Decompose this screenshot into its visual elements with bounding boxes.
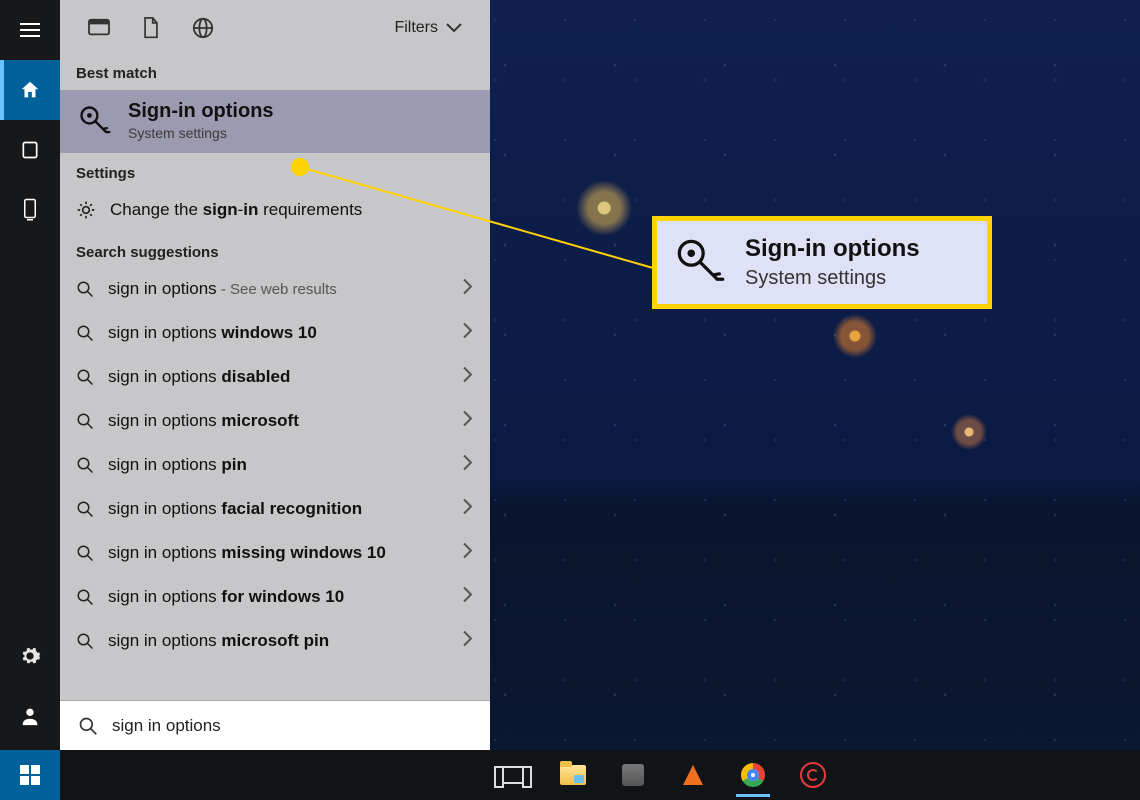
search-icon — [76, 588, 94, 606]
chevron-right-icon — [462, 631, 472, 652]
suggestion-web-first[interactable]: sign in options - See web results — [60, 267, 490, 311]
store-icon — [622, 764, 644, 786]
suggestion-item[interactable]: sign in options disabled — [60, 355, 490, 399]
filters-label: Filters — [394, 19, 438, 37]
taskview-icon — [502, 766, 524, 784]
suggestion-item[interactable]: sign in options windows 10 — [60, 311, 490, 355]
best-match-title: Sign-in options — [128, 100, 274, 123]
gear-small-icon — [76, 200, 96, 220]
chrome-icon — [741, 763, 765, 787]
taskbar — [0, 750, 1140, 800]
search-icon — [76, 412, 94, 430]
search-input[interactable] — [112, 716, 472, 736]
suggestion-item[interactable]: sign in options missing windows 10 — [60, 531, 490, 575]
section-settings: Settings — [60, 153, 490, 188]
rail-settings-button[interactable] — [0, 626, 60, 686]
suggestion-item[interactable]: sign in options microsoft — [60, 399, 490, 443]
callout-title: Sign-in options — [745, 235, 920, 263]
suggestion-item[interactable]: sign in options for windows 10 — [60, 575, 490, 619]
chevron-right-icon — [462, 367, 472, 388]
suggestion-text: sign in options microsoft pin — [108, 631, 329, 651]
windows-logo-icon — [20, 765, 40, 785]
key-icon — [76, 102, 114, 140]
callout-subtitle: System settings — [745, 267, 920, 290]
taskbar-file-explorer[interactable] — [560, 762, 586, 788]
tab-documents-icon[interactable] — [142, 17, 160, 39]
chevron-down-icon — [446, 23, 462, 33]
suggestion-text: sign in options missing windows 10 — [108, 543, 386, 563]
start-rail — [0, 0, 60, 750]
taskbar-app-red[interactable] — [800, 762, 826, 788]
person-icon — [19, 705, 41, 727]
key-icon — [675, 237, 727, 289]
tab-apps-icon[interactable] — [88, 18, 110, 38]
best-match-subtitle: System settings — [128, 125, 274, 141]
taskbar-store[interactable] — [620, 762, 646, 788]
search-panel: Filters Best match Sign-in options Syste… — [60, 0, 490, 750]
search-tabs: Filters — [60, 0, 490, 55]
suggestion-item[interactable]: sign in options pin — [60, 443, 490, 487]
rail-account-button[interactable] — [0, 686, 60, 746]
start-button[interactable] — [0, 750, 60, 800]
taskbar-chrome[interactable] — [740, 762, 766, 788]
callout-card: Sign-in options System settings — [652, 216, 992, 309]
apps-icon — [20, 140, 40, 160]
settings-result-text: Change the sign-in requirements — [110, 200, 362, 220]
chevron-right-icon — [462, 499, 472, 520]
rail-devices-button[interactable] — [0, 180, 60, 240]
search-icon — [76, 324, 94, 342]
settings-result[interactable]: Change the sign-in requirements — [60, 188, 490, 232]
taskbar-vlc[interactable] — [680, 762, 706, 788]
search-icon — [78, 716, 98, 736]
search-icon — [76, 456, 94, 474]
filters-button[interactable]: Filters — [394, 19, 462, 37]
section-best-match: Best match — [60, 55, 490, 90]
suggestion-item[interactable]: sign in options facial recognition — [60, 487, 490, 531]
chevron-right-icon — [462, 323, 472, 344]
home-icon — [19, 79, 41, 101]
section-suggestions: Search suggestions — [60, 232, 490, 267]
suggestion-text: sign in options disabled — [108, 367, 290, 387]
suggestion-text: sign in options pin — [108, 455, 247, 475]
search-icon — [76, 368, 94, 386]
rail-home-button[interactable] — [0, 60, 60, 120]
search-body: Filters Best match Sign-in options Syste… — [60, 0, 490, 700]
search-icon — [76, 544, 94, 562]
search-box[interactable] — [60, 700, 490, 750]
folder-icon — [560, 765, 586, 785]
chevron-right-icon — [462, 543, 472, 564]
rail-apps-button[interactable] — [0, 120, 60, 180]
hamburger-icon — [20, 23, 40, 37]
hamburger-button[interactable] — [0, 0, 60, 60]
search-icon — [76, 632, 94, 650]
swirl-icon — [800, 762, 826, 788]
cone-icon — [683, 765, 703, 785]
best-match-result[interactable]: Sign-in options System settings — [60, 90, 490, 153]
suggestion-list: sign in options windows 10 sign in option… — [60, 311, 490, 663]
search-icon — [76, 280, 94, 298]
suggestion-item[interactable]: sign in options microsoft pin — [60, 619, 490, 663]
callout-dot — [291, 158, 309, 176]
taskbar-task-view[interactable] — [500, 762, 526, 788]
suggestion-text: sign in options microsoft — [108, 411, 299, 431]
chevron-right-icon — [462, 455, 472, 476]
suggestion-text: sign in options facial recognition — [108, 499, 362, 519]
device-icon — [21, 198, 39, 222]
chevron-right-icon — [462, 587, 472, 608]
gear-icon — [19, 645, 41, 667]
chevron-right-icon — [462, 411, 472, 432]
chevron-right-icon — [462, 279, 472, 300]
suggestion-text: sign in options windows 10 — [108, 323, 317, 343]
suggestion-web-first-text: sign in options - See web results — [108, 279, 337, 299]
suggestion-text: sign in options for windows 10 — [108, 587, 344, 607]
search-icon — [76, 500, 94, 518]
tab-web-icon[interactable] — [192, 17, 214, 39]
